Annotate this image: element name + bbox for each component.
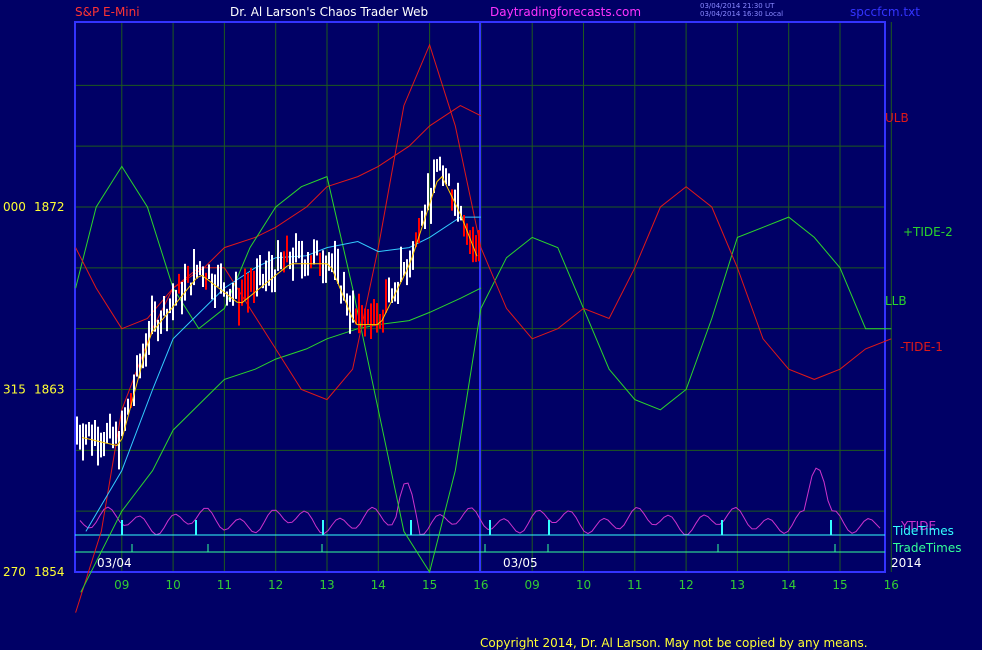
x-tick-label: 14 <box>371 578 386 592</box>
x-tick-label: 10 <box>576 578 591 592</box>
copyright-text: Copyright 2014, Dr. Al Larson. May not b… <box>480 636 868 650</box>
x-tick-label: 09 <box>525 578 540 592</box>
series-line-llb <box>80 287 482 593</box>
x-tick-label: 12 <box>268 578 283 592</box>
year-label: 2014 <box>891 556 922 570</box>
y-tick-label: 1872 <box>34 200 65 214</box>
y-tick-left: 270 <box>3 565 26 579</box>
x-tick-label: 12 <box>678 578 693 592</box>
series-label-ulb: ULB <box>885 111 909 125</box>
timestamp-ut: 03/04/2014 21:30 UT <box>700 2 775 10</box>
x-tick-label: 15 <box>832 578 847 592</box>
x-tick-label: 09 <box>114 578 129 592</box>
instrument-label: S&P E-Mini <box>75 5 140 19</box>
series-label-tidetimes: TideTimes <box>892 524 954 538</box>
y-tick-left: 000 <box>3 200 26 214</box>
y-tick-label: 1854 <box>34 565 65 579</box>
x-tick-label: 14 <box>781 578 796 592</box>
series-line-tide1 <box>75 43 892 401</box>
series-label-tide1: -TIDE-1 <box>900 340 943 354</box>
x-tick-label: 13 <box>730 578 745 592</box>
chart-canvas: 000 1872 315 1863 270 1854 09 10 11 12 13 14 15 16 09 1… <box>3 21 961 613</box>
short-ma-line <box>81 175 478 447</box>
x-tick-label: 16 <box>884 578 899 592</box>
site-url-link[interactable]: Daytradingforecasts.com <box>490 5 641 19</box>
y-tick-left: 315 <box>3 383 26 397</box>
date-label: 03/05 <box>503 556 538 570</box>
date-label: 03/04 <box>97 556 132 570</box>
x-tick-label: 10 <box>165 578 180 592</box>
x-tick-label: 13 <box>319 578 334 592</box>
series-label-llb: LLB <box>885 294 907 308</box>
x-tick-label: 11 <box>217 578 232 592</box>
site-title: Dr. Al Larson's Chaos Trader Web <box>230 5 429 19</box>
series-label-tradetimes: TradeTimes <box>892 541 961 555</box>
file-name: spccfcm.txt <box>850 5 920 19</box>
y-tick-label: 1863 <box>34 383 65 397</box>
x-tick-label: 16 <box>473 578 488 592</box>
series-label-tide2: +TIDE-2 <box>903 225 953 239</box>
timestamp-local: 03/04/2014 16:30 Local <box>700 10 784 18</box>
x-tick-label: 15 <box>422 578 437 592</box>
x-tick-label: 11 <box>627 578 642 592</box>
